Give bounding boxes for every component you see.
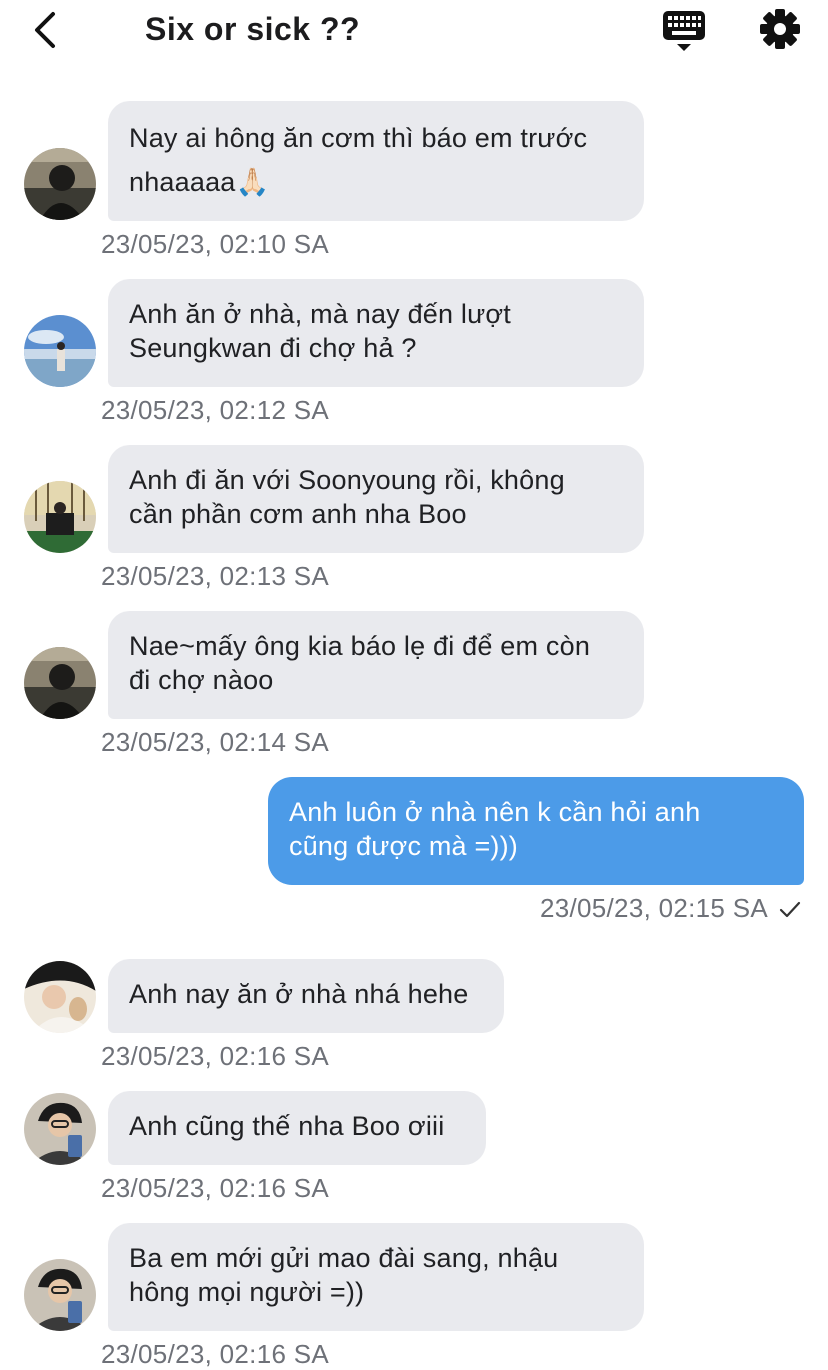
keyboard-toggle-button[interactable] (660, 8, 708, 54)
sender-avatar[interactable] (24, 1259, 96, 1331)
message-bubble[interactable]: Nay ai hông ăn cơm thì báo em trước nhaa… (108, 101, 644, 221)
message-timestamp: 23/05/23, 02:13 SA (101, 561, 330, 591)
keyboard-icon (663, 11, 705, 51)
chevron-left-icon (35, 12, 55, 48)
sender-avatar[interactable] (24, 647, 96, 719)
sender-avatar[interactable] (24, 1093, 96, 1165)
message-bubble[interactable]: Anh ăn ở nhà, mà nay đến lượt Seungkwan … (108, 279, 644, 387)
message-bubble[interactable]: Anh đi ăn với Soonyoung rồi, không cần p… (108, 445, 644, 553)
chat-header: Six or sick ?? (0, 0, 828, 62)
outgoing-message-bubble[interactable]: Anh luôn ở nhà nên k cần hỏi anh cũng đư… (268, 777, 804, 885)
back-button[interactable] (24, 8, 68, 52)
message-bubble[interactable]: Anh cũng thế nha Boo ơiii (108, 1091, 486, 1165)
message-timestamp: 23/05/23, 02:16 SA (101, 1041, 330, 1071)
message-timestamp: 23/05/23, 02:16 SA (101, 1173, 330, 1203)
message-timestamp: 23/05/23, 02:12 SA (101, 395, 330, 425)
gear-icon (760, 9, 800, 49)
message-timestamp: 23/05/23, 02:15 SA (539, 893, 768, 923)
message-bubble[interactable]: Ba em mới gửi mao đài sang, nhậu hông mọ… (108, 1223, 644, 1331)
sender-avatar[interactable] (24, 148, 96, 220)
check-icon (779, 901, 801, 918)
settings-button[interactable] (757, 6, 803, 52)
sender-avatar[interactable] (24, 315, 96, 387)
message-bubble[interactable]: Anh nay ăn ở nhà nhá hehe (108, 959, 504, 1033)
message-timestamp: 23/05/23, 02:14 SA (101, 727, 330, 757)
message-timestamp: 23/05/23, 02:10 SA (101, 229, 330, 259)
chat-title: Six or sick ?? (145, 11, 361, 47)
sender-avatar[interactable] (24, 481, 96, 553)
message-bubble[interactable]: Nae~mấy ông kia báo lẹ đi để em còn đi c… (108, 611, 644, 719)
sender-avatar[interactable] (24, 961, 96, 1033)
